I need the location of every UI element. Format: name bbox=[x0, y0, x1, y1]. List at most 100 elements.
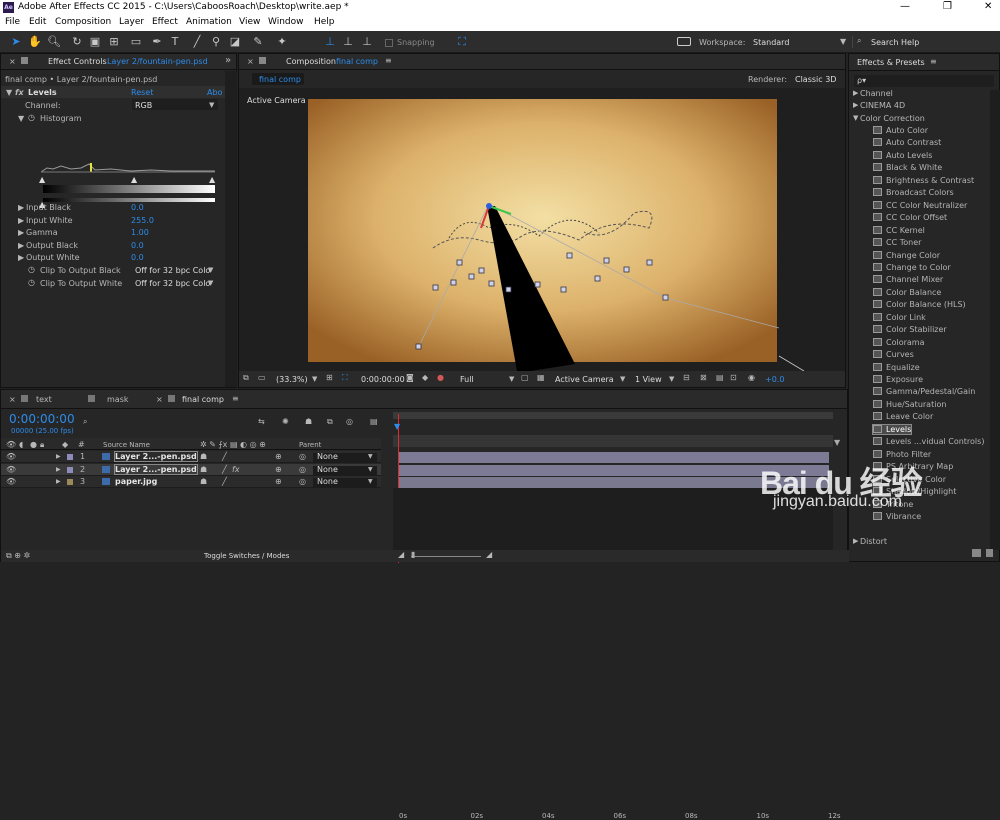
close-icon[interactable]: × bbox=[9, 395, 16, 404]
search-icon[interactable]: ⌕ bbox=[83, 417, 87, 427]
input-gradient-slider[interactable] bbox=[43, 185, 215, 193]
tab-effects-presets[interactable]: Effects & Presets bbox=[857, 58, 925, 67]
clone-stamp-tool-icon[interactable]: ⚲ bbox=[209, 35, 223, 49]
menu-help[interactable]: Help bbox=[314, 17, 335, 27]
workspace-select[interactable]: Standard bbox=[753, 38, 789, 47]
input-white-handle[interactable]: ▲ bbox=[209, 175, 215, 184]
new-folder-icon[interactable] bbox=[972, 549, 981, 557]
pan-behind-tool-icon[interactable]: ⊞ bbox=[107, 35, 121, 49]
draft-3d-icon[interactable]: ✺ bbox=[282, 417, 289, 426]
effect-item[interactable]: CC Color Offset bbox=[873, 213, 947, 222]
delete-icon[interactable] bbox=[986, 549, 993, 557]
frame-blending-icon[interactable]: ⧉ bbox=[327, 417, 333, 427]
current-time[interactable]: 0:00:00:00 bbox=[361, 375, 405, 384]
label-color-icon[interactable] bbox=[67, 466, 73, 473]
safe-zones-icon[interactable]: ⊞ bbox=[326, 373, 333, 382]
category-distort[interactable]: Distort bbox=[860, 537, 887, 546]
menu-view[interactable]: View bbox=[239, 17, 260, 27]
eye-icon[interactable]: 👁︎ bbox=[6, 452, 16, 461]
chevron-down-icon[interactable]: ▼ bbox=[208, 279, 213, 287]
world-axis-icon[interactable]: ⊥ bbox=[341, 35, 355, 49]
effect-name[interactable]: Levels bbox=[28, 88, 57, 97]
chevron-down-icon[interactable]: ▼ bbox=[853, 114, 858, 122]
close-icon[interactable]: × bbox=[247, 57, 254, 66]
chevron-down-icon[interactable]: ▼ bbox=[6, 88, 12, 97]
3d-icon[interactable]: ⊕ bbox=[275, 465, 282, 474]
effect-item[interactable]: Color Balance (HLS) bbox=[873, 300, 966, 309]
effect-item[interactable]: Vibrance bbox=[873, 511, 921, 521]
region-icon[interactable]: ⛶ bbox=[342, 373, 348, 383]
chevron-down-icon[interactable]: ▼ bbox=[368, 466, 373, 473]
shy-icon[interactable]: ☗ bbox=[200, 465, 207, 474]
rotate-tool-icon[interactable]: ↻ bbox=[70, 35, 84, 49]
menu-layer[interactable]: Layer bbox=[119, 17, 144, 27]
effect-item[interactable]: Broadcast Colors bbox=[873, 188, 954, 197]
chevron-down-icon[interactable]: ▼ bbox=[368, 453, 373, 460]
toggle-switches-modes[interactable]: Toggle Switches / Modes bbox=[204, 552, 289, 560]
snap-options-icon[interactable]: ⛶ bbox=[455, 35, 469, 49]
tab-layer-name[interactable]: Layer 2/fountain-pen.psd bbox=[107, 57, 208, 66]
menu-animation[interactable]: Animation bbox=[186, 17, 232, 27]
always-preview-icon[interactable]: ⧉ bbox=[243, 373, 249, 383]
channel-icon[interactable]: ◆ bbox=[422, 373, 428, 382]
effect-item[interactable]: Change to Color bbox=[873, 262, 951, 272]
view-layout-select[interactable]: 1 View bbox=[635, 375, 662, 384]
3d-icon[interactable]: ⊕ bbox=[275, 452, 282, 461]
menu-file[interactable]: File bbox=[5, 17, 20, 27]
shy-icon[interactable]: ☗ bbox=[200, 452, 207, 461]
effect-item[interactable]: CC Color Neutralizer bbox=[873, 200, 967, 210]
resolution-select[interactable]: Full bbox=[460, 375, 474, 384]
category-cinema4d[interactable]: CINEMA 4D bbox=[860, 101, 905, 110]
quality-icon[interactable]: ╱ bbox=[222, 477, 227, 486]
parent-header[interactable]: Parent bbox=[299, 441, 321, 449]
effect-item[interactable]: Exposure bbox=[873, 375, 923, 384]
chevron-right-icon[interactable]: ▶ bbox=[56, 466, 61, 473]
puppet-tool-icon[interactable]: ✦ bbox=[275, 35, 289, 49]
chevron-right-icon[interactable]: ▶ bbox=[18, 241, 24, 250]
fx-icon[interactable]: fx bbox=[232, 465, 240, 474]
roto-brush-tool-icon[interactable]: ✎ bbox=[251, 35, 265, 49]
tab-text[interactable]: text bbox=[36, 395, 52, 404]
scrollbar[interactable] bbox=[990, 90, 1000, 550]
select-clip-black[interactable]: Off for 32 bpc Colo bbox=[135, 266, 210, 275]
about-link[interactable]: Abo bbox=[207, 88, 222, 97]
transparency-grid-icon[interactable]: ▦ bbox=[537, 373, 545, 382]
type-tool-icon[interactable]: T bbox=[168, 35, 182, 49]
effect-item[interactable]: Auto Levels bbox=[873, 150, 932, 160]
camera-view-select[interactable]: Active Camera bbox=[555, 375, 614, 384]
zoom-slider[interactable] bbox=[411, 556, 481, 557]
chevron-down-icon[interactable]: ▼ bbox=[368, 478, 373, 485]
chevron-down-icon[interactable]: ▼ bbox=[209, 101, 214, 109]
eraser-tool-icon[interactable]: ◪ bbox=[228, 35, 242, 49]
motion-blur-icon[interactable]: ◎ bbox=[346, 417, 353, 426]
effect-item[interactable]: Color Stabilizer bbox=[873, 325, 947, 334]
flowchart-icon[interactable]: ⊡ bbox=[730, 373, 737, 382]
stopwatch-icon[interactable]: ◷ bbox=[28, 278, 35, 287]
value-input-black[interactable]: 0.0 bbox=[131, 203, 144, 212]
layer-row[interactable]: 👁︎ ▶ 2 Layer 2...-pen.psd ☗ ╱ fx ⊕ ◎ None ▼ bbox=[1, 463, 381, 476]
search-help-input[interactable]: Search Help bbox=[871, 38, 919, 47]
chevron-right-icon[interactable]: ▶ bbox=[853, 537, 858, 545]
chevron-right-icon[interactable]: ▶ bbox=[18, 203, 24, 212]
chevron-down-icon[interactable]: ▼ bbox=[208, 266, 213, 274]
panel-menu-icon[interactable]: ≡ bbox=[930, 57, 937, 66]
maximize-button[interactable]: ❐ bbox=[943, 1, 952, 12]
graph-editor-icon[interactable]: ▤ bbox=[370, 417, 378, 426]
menu-edit[interactable]: Edit bbox=[29, 17, 46, 27]
layer-name[interactable]: Layer 2...-pen.psd bbox=[114, 463, 198, 475]
effect-item[interactable]: Color Link bbox=[873, 312, 926, 322]
effect-item[interactable]: Curves bbox=[873, 350, 914, 359]
value-output-black[interactable]: 0.0 bbox=[131, 241, 144, 250]
effect-item[interactable]: Gamma/Pedestal/Gain bbox=[873, 387, 975, 396]
value-output-white[interactable]: 0.0 bbox=[131, 253, 144, 262]
chevron-right-icon[interactable]: ▶ bbox=[853, 101, 858, 109]
tab-final-comp[interactable]: final comp bbox=[182, 395, 224, 404]
work-area-bar[interactable] bbox=[393, 412, 833, 419]
comp-mini-flowchart-icon[interactable]: ⇆ bbox=[258, 417, 265, 426]
source-name-header[interactable]: Source Name bbox=[103, 441, 150, 449]
label-color-icon[interactable] bbox=[67, 454, 73, 460]
quality-icon[interactable]: ╱ bbox=[222, 465, 227, 474]
menu-effect[interactable]: Effect bbox=[152, 17, 178, 27]
chevron-down-icon[interactable]: ▼ bbox=[620, 375, 625, 383]
menu-composition[interactable]: Composition bbox=[55, 17, 111, 27]
